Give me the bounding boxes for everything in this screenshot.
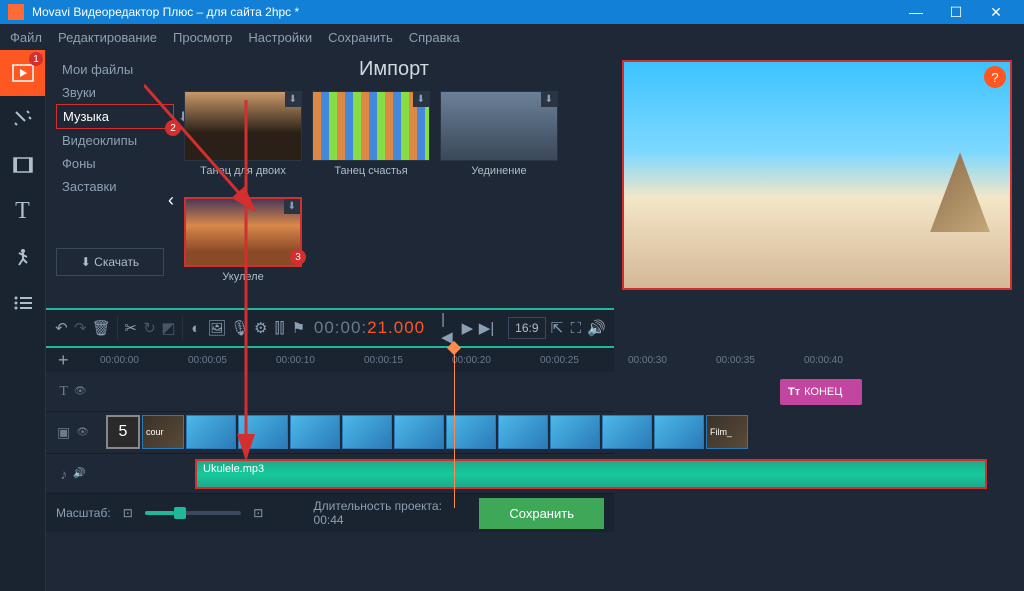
minimize-button[interactable]: —: [896, 4, 936, 20]
edit-toolbar: ↶ ↷ 🗑 ✂ ↻ ◩ ◐ 🖼 🎙 ⚙ ⫿⫿ ⚑ 00:00:21.000: [46, 308, 614, 348]
video-clip[interactable]: [342, 415, 392, 449]
tool-more[interactable]: [0, 280, 45, 326]
tool-filters[interactable]: [0, 96, 45, 142]
titlebar: Movavi Видеоредактор Плюс – для сайта 2h…: [0, 0, 1024, 24]
track-visibility-icon[interactable]: 👁: [76, 427, 89, 438]
import-categories: Мои файлы Звуки Музыка ⬇ 2 Видеоклипы Фо…: [46, 50, 174, 308]
clip-settings-button[interactable]: ⚙: [253, 313, 268, 343]
menu-help[interactable]: Справка: [409, 30, 460, 45]
menu-settings[interactable]: Настройки: [248, 30, 312, 45]
ruler-tick: 00:00:05: [188, 355, 227, 366]
ruler-tick: 00:00:25: [540, 355, 579, 366]
media-thumb[interactable]: ⬇Танец счастья: [312, 91, 430, 177]
sidebar-item-myfiles[interactable]: Мои файлы: [56, 58, 174, 81]
sidebar-item-music-label: Музыка: [63, 109, 109, 124]
delete-button[interactable]: 🗑: [92, 313, 111, 343]
text-track-icon: T: [59, 384, 68, 400]
help-button[interactable]: ?: [984, 66, 1006, 88]
media-thumb[interactable]: ⬇Уединение: [440, 91, 558, 177]
annotation-badge-3: 3: [290, 249, 306, 265]
video-track: ▣ 👁 5 cour: [46, 412, 614, 454]
maximize-button[interactable]: ☐: [936, 4, 976, 21]
aspect-ratio-selector[interactable]: 16:9: [508, 317, 545, 339]
preview-display: [622, 60, 1012, 290]
zoom-slider[interactable]: [145, 511, 241, 515]
picture-button[interactable]: 🖼: [207, 313, 226, 343]
audio-track-icon: ♪: [60, 466, 67, 482]
tool-rail: 1 T: [0, 50, 46, 591]
timecode-display: 00:00:21.000: [314, 318, 425, 338]
playhead[interactable]: [454, 348, 455, 508]
save-button[interactable]: Сохранить: [479, 498, 604, 529]
fit-button[interactable]: ⊡: [123, 506, 133, 520]
rotate-button[interactable]: ↻: [142, 313, 157, 343]
video-clip[interactable]: [238, 415, 288, 449]
preview-panel: ?: [614, 50, 1024, 591]
menu-view[interactable]: Просмотр: [173, 30, 232, 45]
cut-button[interactable]: ✂: [123, 313, 138, 343]
import-title: Импорт: [184, 58, 604, 81]
video-clip[interactable]: [550, 415, 600, 449]
tool-import[interactable]: 1: [0, 50, 45, 96]
play-button[interactable]: ▶: [460, 313, 475, 343]
time-ruler[interactable]: + 00:00:00 00:00:05 00:00:10 00:00:15 00:00:…: [46, 348, 614, 372]
fullscreen-button[interactable]: ⛶: [568, 313, 583, 343]
text-track: T 👁 TᴛКОНЕЦ: [46, 372, 614, 412]
tool-stickers[interactable]: [0, 234, 45, 280]
ruler-tick: 00:00:00: [100, 355, 139, 366]
menu-edit[interactable]: Редактирование: [58, 30, 157, 45]
video-clip[interactable]: [290, 415, 340, 449]
audio-clip-label: Ukulele.mp3: [203, 463, 264, 475]
prev-frame-button[interactable]: |◀: [441, 313, 456, 343]
video-track-icon: ▣: [57, 424, 70, 441]
volume-button[interactable]: 🔊: [587, 313, 606, 343]
sidebar-item-videos[interactable]: Видеоклипы: [56, 129, 174, 152]
video-clip-intro[interactable]: cour: [142, 415, 184, 449]
close-button[interactable]: ✕: [976, 4, 1016, 21]
sidebar-item-intros[interactable]: Заставки: [56, 175, 174, 198]
sidebar-item-music[interactable]: Музыка ⬇ 2: [56, 104, 174, 129]
mic-button[interactable]: 🎙: [230, 313, 249, 343]
redo-button[interactable]: ↷: [73, 313, 88, 343]
menu-file[interactable]: Файл: [10, 30, 42, 45]
track-visibility-icon[interactable]: 👁: [74, 386, 87, 397]
color-button[interactable]: ◐: [188, 313, 203, 343]
fit-button-2[interactable]: ⊡: [253, 506, 263, 520]
import-gallery: Импорт ‹ ⬇Танец для двоих⬇Танец счастья⬇…: [174, 50, 614, 308]
annotation-badge-1: 1: [29, 52, 43, 66]
menu-save[interactable]: Сохранить: [328, 30, 393, 45]
ruler-tick: 00:00:20: [452, 355, 491, 366]
audio-track: ♪ 🔊 4 Ukulele.mp3: [46, 454, 614, 494]
download-button[interactable]: ⬇ Скачать: [56, 248, 164, 276]
media-thumb[interactable]: ⬇Танец для двоих: [184, 91, 302, 177]
crop-button[interactable]: ◩: [161, 313, 176, 343]
gallery-prev-icon[interactable]: ‹: [168, 190, 174, 211]
track-mute-icon[interactable]: 🔊: [73, 468, 85, 479]
ruler-tick: 00:00:15: [364, 355, 403, 366]
playekbar[interactable]: [622, 290, 1012, 294]
video-clip[interactable]: [498, 415, 548, 449]
export-frame-button[interactable]: ⇱: [550, 313, 565, 343]
menubar: Файл Редактирование Просмотр Настройки С…: [0, 24, 1024, 50]
next-frame-button[interactable]: ▶|: [479, 313, 494, 343]
ruler-tick: 00:00:10: [276, 355, 315, 366]
sidebar-item-backgrounds[interactable]: Фоны: [56, 152, 174, 175]
tool-transitions[interactable]: [0, 142, 45, 188]
video-clip[interactable]: [394, 415, 444, 449]
media-thumb[interactable]: ⬇Укулеле3: [184, 197, 302, 283]
duration-label: Длительность проекта: 00:44: [314, 499, 456, 527]
video-clip-countdown[interactable]: 5: [106, 415, 140, 449]
timeline: + 00:00:00 00:00:05 00:00:10 00:00:15 00:00:…: [46, 348, 614, 494]
app-logo: [8, 4, 24, 20]
video-clip[interactable]: [186, 415, 236, 449]
equalizer-button[interactable]: ⫿⫿: [272, 313, 287, 343]
window-title: Movavi Видеоредактор Плюс – для сайта 2h…: [32, 5, 896, 19]
scale-label: Масштаб:: [56, 506, 111, 520]
undo-button[interactable]: ↶: [54, 313, 69, 343]
tool-titles[interactable]: T: [0, 188, 45, 234]
marker-button[interactable]: ⚑: [291, 313, 306, 343]
add-track-button[interactable]: +: [58, 350, 69, 371]
status-bar: Масштаб: ⊡ ⊡ Длительность проекта: 00:44…: [46, 494, 614, 532]
sidebar-item-sounds[interactable]: Звуки: [56, 81, 174, 104]
